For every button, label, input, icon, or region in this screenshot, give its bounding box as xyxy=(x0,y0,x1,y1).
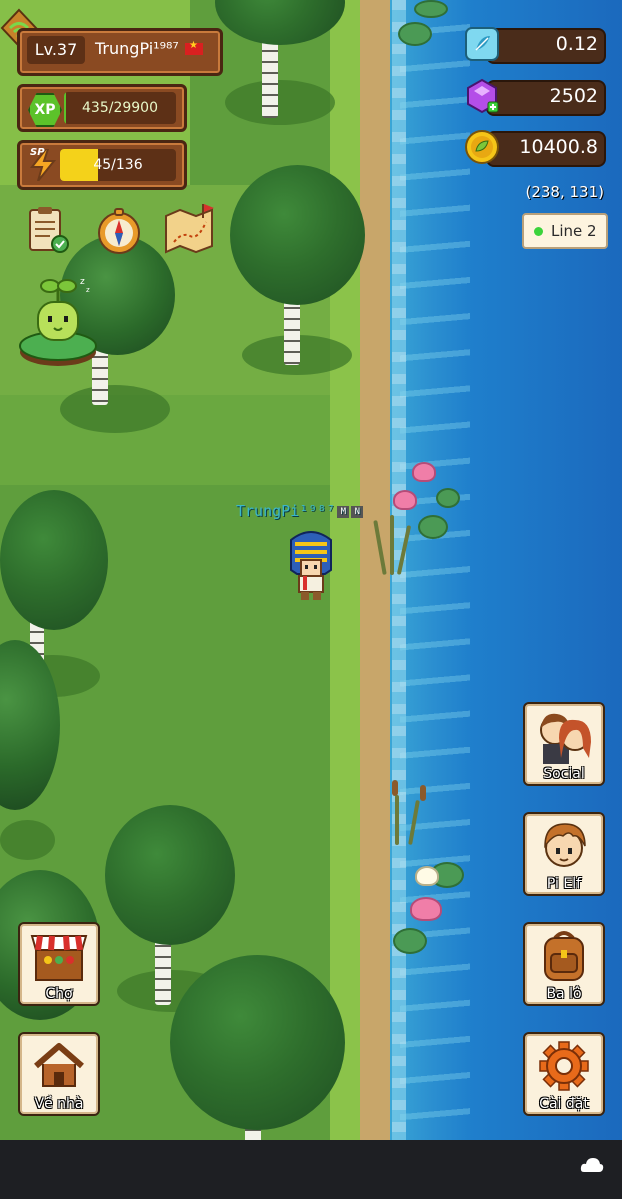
birch-tree xyxy=(170,955,345,1140)
birch-tree xyxy=(230,165,365,375)
lily-pad xyxy=(418,515,448,539)
player-name-tag: TrungPi¹⁹⁸⁷ M N xyxy=(236,502,364,520)
social-label: Social xyxy=(543,766,585,782)
player-badge: M xyxy=(337,505,350,518)
gem-value: 2502 xyxy=(549,85,598,107)
reed xyxy=(395,795,399,845)
svg-text:z: z xyxy=(80,277,85,287)
market-button[interactable]: Chợ xyxy=(18,922,100,1006)
player-level: Lv.37 xyxy=(27,36,85,64)
lily-pad xyxy=(414,0,448,18)
market-label: Chợ xyxy=(45,986,73,1002)
sp-label: SP xyxy=(30,147,45,158)
player-name: TrungPi¹⁹⁸⁷ xyxy=(95,39,179,58)
xp-panel[interactable]: XP 435/29900 xyxy=(17,84,187,132)
home-label: Về nhà xyxy=(34,1096,84,1112)
player-level-panel[interactable]: Lv.37 TrungPi¹⁹⁸⁷ xyxy=(17,28,223,76)
birch-tree xyxy=(215,0,345,130)
purple-gem-add-icon xyxy=(467,78,499,114)
lotus-flower xyxy=(412,462,436,482)
server-status-dot xyxy=(534,227,543,236)
xp-bar: 435/29900 xyxy=(64,92,176,124)
gem-counter[interactable]: 2502 xyxy=(464,78,606,116)
lily-pad xyxy=(436,488,460,508)
coin-counter[interactable]: 10400.8 xyxy=(464,129,606,167)
gear-icon xyxy=(539,1041,589,1091)
sp-bar: 45/136 xyxy=(60,149,176,181)
lily-pad xyxy=(398,22,432,46)
cattail xyxy=(420,785,426,801)
shallow-water xyxy=(400,0,470,1140)
player-badge: N xyxy=(351,505,364,518)
lotus-flower xyxy=(410,897,442,921)
lotus-flower xyxy=(415,866,439,886)
settings-button[interactable]: Cài đặt xyxy=(523,1032,605,1116)
xp-text: 435/29900 xyxy=(82,100,158,116)
xp-badge-icon: XP xyxy=(28,93,62,127)
server-line-label: Line 2 xyxy=(551,222,597,240)
system-bar xyxy=(0,1140,622,1199)
pi-elf-label: Pi Elf xyxy=(546,876,582,892)
backpack-label: Ba lô xyxy=(546,986,582,1002)
lily-pad xyxy=(393,928,427,954)
reed xyxy=(390,515,394,575)
cattail xyxy=(392,780,398,796)
gold-coin-icon xyxy=(465,130,499,164)
server-line-button[interactable]: Line 2 xyxy=(522,213,608,249)
compass-icon[interactable] xyxy=(94,206,144,256)
player-character[interactable] xyxy=(285,530,337,602)
sp-panel[interactable]: SP 45/136 xyxy=(17,140,187,190)
birch-tree xyxy=(0,640,60,860)
elf-character-icon xyxy=(544,823,586,867)
social-button[interactable]: Social xyxy=(523,702,605,786)
diamond-value: 0.12 xyxy=(555,33,598,55)
shoreline-sand xyxy=(360,0,394,1140)
friends-icon xyxy=(540,713,591,764)
pi-elf-button[interactable]: Pi Elf xyxy=(523,812,605,896)
sp-text: 45/136 xyxy=(93,157,143,173)
svg-text:z: z xyxy=(86,286,90,294)
backpack-button[interactable]: Ba lô xyxy=(523,922,605,1006)
map-coordinates: (238, 131) xyxy=(525,183,604,201)
treasure-map-icon[interactable] xyxy=(162,204,218,254)
cloud-upload-icon[interactable] xyxy=(580,1154,604,1176)
market-stall-icon xyxy=(30,935,88,981)
settings-label: Cài đặt xyxy=(539,1096,589,1112)
sprout-pet-icon[interactable]: z z xyxy=(18,272,98,368)
diamond-counter[interactable]: 0.12 xyxy=(464,26,606,64)
backpack-icon xyxy=(544,931,584,981)
coin-value: 10400.8 xyxy=(519,136,598,158)
diamond-icon xyxy=(465,27,499,61)
home-button[interactable]: Về nhà xyxy=(18,1032,100,1116)
home-icon xyxy=(34,1043,84,1087)
lotus-flower xyxy=(393,490,417,510)
quest-scroll-icon[interactable] xyxy=(22,206,72,256)
vietnam-flag-icon xyxy=(185,40,203,55)
player-name-text: TrungPi¹⁹⁸⁷ xyxy=(236,502,336,520)
